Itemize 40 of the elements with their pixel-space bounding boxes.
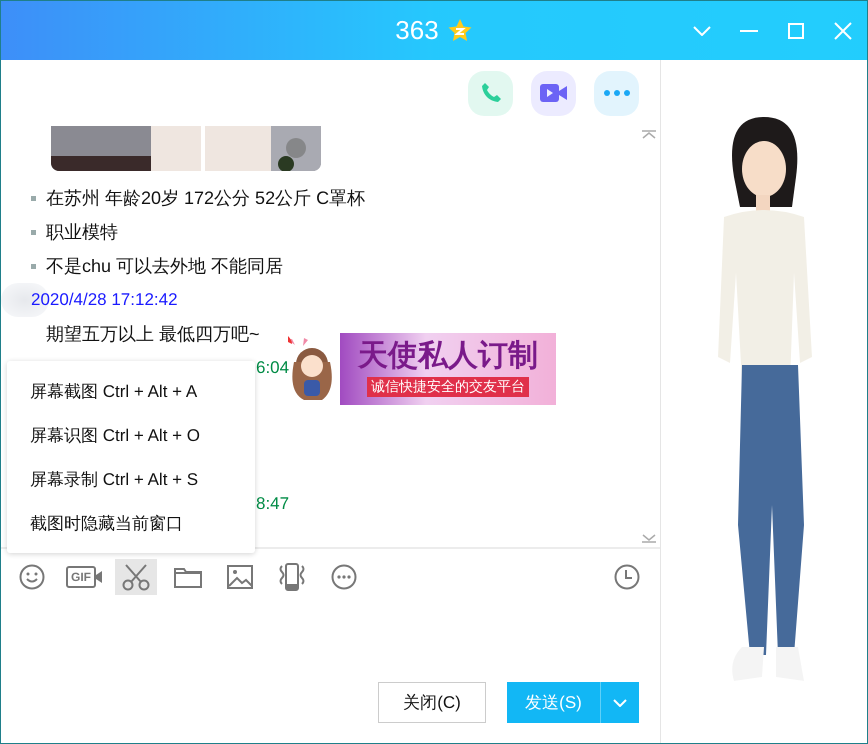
close-chat-button[interactable]: 关闭(C) (378, 682, 486, 723)
window-title: 363 (395, 15, 439, 46)
sticker-subtitle: 诚信快捷安全的交友平台 (367, 377, 529, 397)
menu-item[interactable]: 屏幕截图 Ctrl + Alt + A (7, 369, 255, 413)
scroll-bottom-icon[interactable] (642, 534, 656, 543)
message-header: 8:47 (255, 494, 290, 514)
message-text: 期望五万以上 最低四万吧~ (45, 323, 260, 346)
message-header: 2020/4/28 17:12:42 (31, 290, 178, 310)
video-camera-icon (538, 82, 568, 104)
caret-icon (613, 698, 627, 706)
phone-shake-icon (278, 563, 306, 591)
voice-call-button[interactable] (468, 70, 513, 116)
menu-item[interactable]: 屏幕识图 Ctrl + Alt + O (7, 413, 255, 457)
folder-icon (174, 566, 202, 588)
emoji-icon (19, 564, 45, 590)
close-icon (834, 22, 852, 40)
scissors-button[interactable] (115, 559, 157, 595)
bullet-icon (31, 230, 36, 234)
scissors-icon (121, 563, 151, 591)
bullet-icon (31, 264, 36, 268)
message-header: 6:04 (255, 358, 290, 378)
message-text: 在苏州 年龄20岁 172公分 52公斤 C罩杯 (46, 187, 366, 210)
video-call-button[interactable] (531, 70, 576, 116)
sticker-title: 天使私人订制 (358, 341, 538, 371)
bullet-icon (31, 196, 36, 200)
clock-icon (614, 564, 640, 590)
menu-item[interactable]: 截图时隐藏当前窗口 (7, 501, 255, 545)
maximize-icon (788, 22, 804, 38)
chevron-down-icon (693, 26, 711, 36)
more-call-button[interactable] (594, 70, 639, 116)
star-icon (446, 18, 473, 43)
image-icon (227, 565, 253, 589)
more-icon (604, 90, 630, 96)
gif-button[interactable]: GIF (63, 559, 105, 595)
minimize-icon (740, 30, 758, 32)
message-text: 不是chu 可以去外地 不能同居 (46, 255, 284, 278)
scroll-top-icon[interactable] (642, 130, 656, 139)
menu-item[interactable]: 屏幕录制 Ctrl + Alt + S (7, 457, 255, 501)
message-text: 职业模特 (46, 221, 118, 244)
more-icon (331, 564, 357, 590)
